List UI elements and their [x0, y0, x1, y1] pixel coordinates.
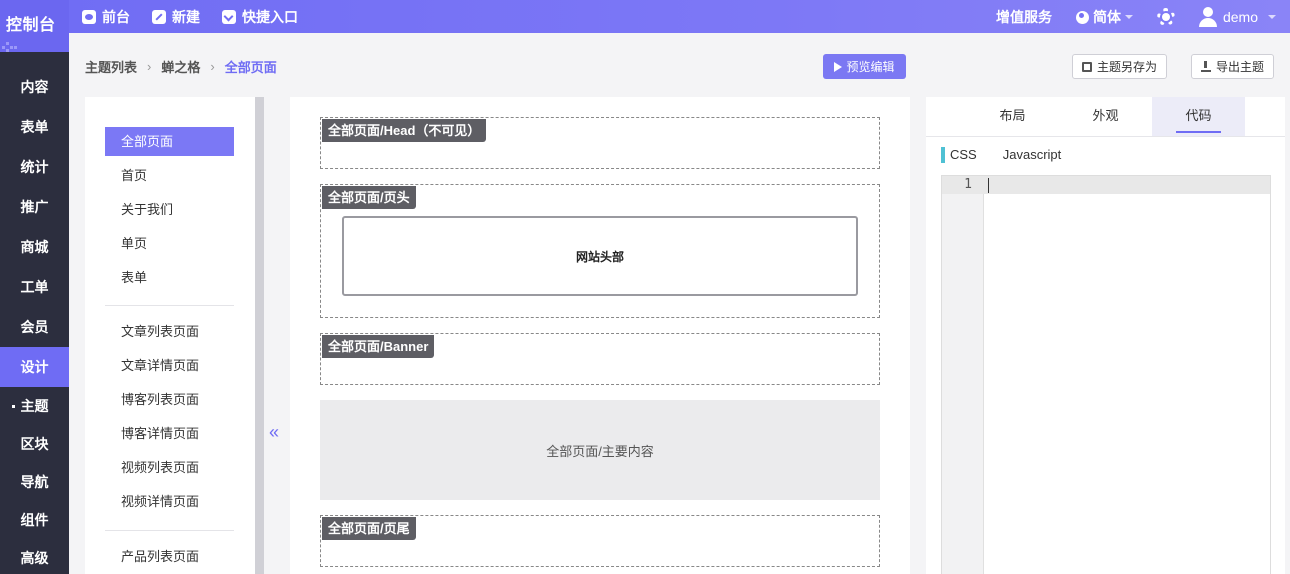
block-banner[interactable]: 全部页面/Banner: [320, 333, 880, 385]
block-label: 全部页面/页尾: [322, 517, 416, 540]
active-line: [942, 176, 1270, 194]
top-bar: 前台 新建 快捷入口 增值服务 简体 demo: [0, 0, 1290, 33]
caret-down-icon: [1268, 14, 1276, 19]
top-shortcuts: 前台 新建 快捷入口: [82, 0, 298, 33]
frontend-label: 前台: [102, 8, 130, 25]
block-main-content[interactable]: 全部页面/主要内容: [320, 400, 880, 500]
save-theme-as-button[interactable]: 主题另存为: [1072, 54, 1167, 79]
preview-edit-button[interactable]: 预览编辑: [823, 54, 906, 79]
save-theme-as-label: 主题另存为: [1096, 60, 1157, 74]
block-footer[interactable]: 全部页面/页尾: [320, 515, 880, 567]
frontend-link[interactable]: 前台: [82, 7, 130, 27]
nav-subitem-blocks[interactable]: 区块: [0, 425, 69, 463]
quick-entry-label: 快捷入口: [242, 8, 298, 25]
page-item-form[interactable]: 表单: [105, 263, 234, 292]
export-theme-button[interactable]: 导出主题: [1191, 54, 1274, 79]
caret-down-icon: [1124, 14, 1133, 19]
panel-tabs: 布局 外观 代码: [926, 97, 1285, 137]
page-item-all-pages[interactable]: 全部页面: [105, 127, 234, 156]
page-item-article-detail[interactable]: 文章详情页面: [105, 351, 234, 380]
breadcrumb-separator: ›: [147, 59, 152, 74]
globe-icon: [1075, 10, 1089, 24]
export-theme-label: 导出主题: [1215, 60, 1264, 74]
page-item-about[interactable]: 关于我们: [105, 195, 234, 224]
divider: [105, 530, 234, 531]
nav-item-design[interactable]: 设计: [0, 347, 69, 387]
panel-scrollbar[interactable]: [255, 97, 264, 574]
nav-subitem-components[interactable]: 组件: [0, 501, 69, 539]
text-cursor: [988, 178, 989, 193]
page-item-video-detail[interactable]: 视频详情页面: [105, 487, 234, 516]
tab-code[interactable]: 代码: [1152, 97, 1245, 136]
breadcrumb-current: 全部页面: [224, 60, 277, 75]
nav-subitem-advanced[interactable]: 高级: [0, 539, 69, 574]
block-label: 全部页面/页头: [322, 186, 416, 209]
block-header[interactable]: 全部页面/页头 网站头部: [320, 184, 880, 318]
page-item-single[interactable]: 单页: [105, 229, 234, 258]
user-menu[interactable]: demo: [1198, 6, 1276, 27]
breadcrumb-theme-list[interactable]: 主题列表: [85, 57, 137, 76]
breadcrumb-separator: ›: [210, 59, 215, 74]
breadcrumb: 主题列表 › 蝉之格 › 全部页面: [85, 57, 277, 76]
logo-dots: [2, 42, 20, 52]
main-sidebar: 内容 表单 统计 推广 商城 工单 会员 设计 主题 区块 导航 组件 高级: [0, 52, 69, 574]
tab-appearance[interactable]: 外观: [1059, 97, 1152, 136]
properties-panel: 布局 外观 代码 CSS Javascript 1: [926, 97, 1285, 574]
eye-icon: [82, 9, 96, 24]
divider: [105, 305, 234, 306]
nav-item-stats[interactable]: 统计: [0, 147, 69, 187]
play-icon: [834, 61, 843, 72]
download-icon: [1200, 60, 1211, 72]
value-added-services-link[interactable]: 增值服务: [996, 7, 1052, 27]
collapse-panel-icon[interactable]: «: [264, 420, 284, 444]
logo-text: 控制台: [6, 17, 56, 34]
nav-item-content[interactable]: 内容: [0, 67, 69, 107]
nav-item-promotion[interactable]: 推广: [0, 187, 69, 227]
breadcrumb-theme[interactable]: 蝉之格: [161, 57, 200, 76]
nav-subitem-navigation[interactable]: 导航: [0, 463, 69, 501]
nav-item-forms[interactable]: 表单: [0, 107, 69, 147]
block-label: 全部页面/Head（不可见）: [322, 119, 487, 142]
page-list-panel: 全部页面 首页 关于我们 单页 表单 文章列表页面 文章详情页面 博客列表页面 …: [85, 97, 255, 574]
page-item-video-list[interactable]: 视频列表页面: [105, 453, 234, 482]
page-item-article-list[interactable]: 文章列表页面: [105, 317, 234, 346]
export-icon: [1081, 61, 1092, 72]
user-icon: [1198, 6, 1217, 27]
layout-canvas: 全部页面/Head（不可见） 全部页面/页头 网站头部 全部页面/Banner …: [290, 97, 910, 574]
nav-item-tickets[interactable]: 工单: [0, 267, 69, 307]
language-label: 简体: [1092, 8, 1121, 25]
line-number: 1: [964, 177, 972, 192]
chevron-down-icon: [222, 9, 236, 24]
code-language-tabs: CSS Javascript: [941, 147, 1061, 163]
page-item-product-list[interactable]: 产品列表页面: [105, 542, 234, 571]
new-label: 新建: [172, 8, 200, 25]
editor-gutter: [942, 176, 984, 574]
nav-subitem-themes[interactable]: 主题: [0, 387, 69, 425]
logo[interactable]: 控制台: [0, 0, 69, 52]
block-label: 全部页面/Banner: [322, 335, 435, 358]
nav-item-shop[interactable]: 商城: [0, 227, 69, 267]
gear-icon[interactable]: [1156, 7, 1175, 26]
page-item-home[interactable]: 首页: [105, 161, 234, 190]
tab-layout[interactable]: 布局: [966, 97, 1059, 136]
preview-edit-label: 预览编辑: [846, 60, 895, 74]
page-item-blog-detail[interactable]: 博客详情页面: [105, 419, 234, 448]
code-tab-css[interactable]: CSS: [941, 147, 977, 163]
quick-entry-dropdown[interactable]: 快捷入口: [222, 7, 298, 27]
page-item-blog-list[interactable]: 博客列表页面: [105, 385, 234, 414]
edit-icon: [152, 9, 166, 24]
new-link[interactable]: 新建: [152, 7, 200, 27]
code-tab-javascript[interactable]: Javascript: [1003, 147, 1062, 163]
user-name: demo: [1222, 8, 1258, 25]
block-head[interactable]: 全部页面/Head（不可见）: [320, 117, 880, 169]
site-header-placeholder[interactable]: 网站头部: [342, 216, 858, 296]
nav-item-members[interactable]: 会员: [0, 307, 69, 347]
top-right-menu: 增值服务 简体 demo: [996, 0, 1276, 33]
language-switcher[interactable]: 简体: [1075, 7, 1133, 27]
code-editor[interactable]: 1: [941, 175, 1271, 574]
